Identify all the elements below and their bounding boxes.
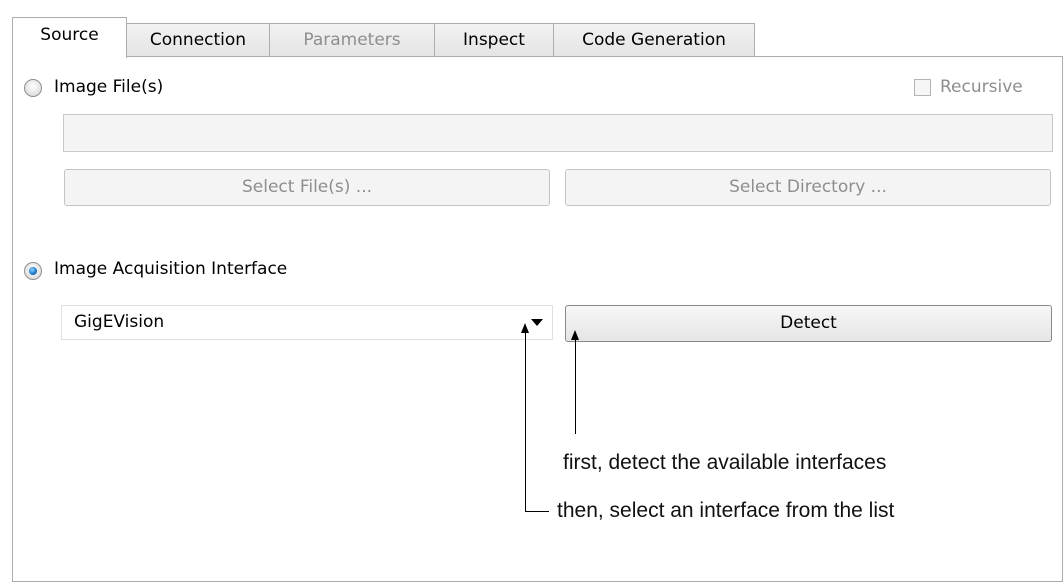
file-path-input — [63, 114, 1053, 152]
interface-select-value: GigEVision — [74, 312, 165, 332]
tab-parameters: Parameters — [269, 23, 435, 57]
select-arrow-connector — [525, 511, 549, 512]
annotation-then: then, select an interface from the list — [557, 499, 895, 522]
detect-arrow-line — [575, 338, 576, 434]
image-files-radio[interactable] — [24, 79, 42, 97]
select-files-button: Select File(s) ... — [64, 169, 550, 206]
acq-interface-radio[interactable] — [24, 262, 42, 280]
recursive-label: Recursive — [940, 77, 1023, 97]
recursive-checkbox[interactable] — [914, 79, 931, 96]
annotation-first: first, detect the available interfaces — [563, 451, 887, 474]
chevron-down-icon[interactable] — [531, 319, 543, 326]
tab-inspect[interactable]: Inspect — [434, 23, 554, 57]
detect-button[interactable]: Detect — [565, 305, 1052, 342]
select-arrow-line — [525, 331, 526, 512]
tab-code-generation[interactable]: Code Generation — [553, 23, 755, 57]
image-files-label: Image File(s) — [54, 77, 164, 97]
select-directory-button: Select Directory ... — [565, 169, 1051, 206]
acq-interface-label: Image Acquisition Interface — [54, 259, 288, 279]
interface-select[interactable]: GigEVision — [61, 305, 553, 340]
tab-connection[interactable]: Connection — [126, 23, 270, 57]
radio-selected-dot — [29, 267, 37, 275]
tab-source[interactable]: Source — [12, 17, 127, 58]
